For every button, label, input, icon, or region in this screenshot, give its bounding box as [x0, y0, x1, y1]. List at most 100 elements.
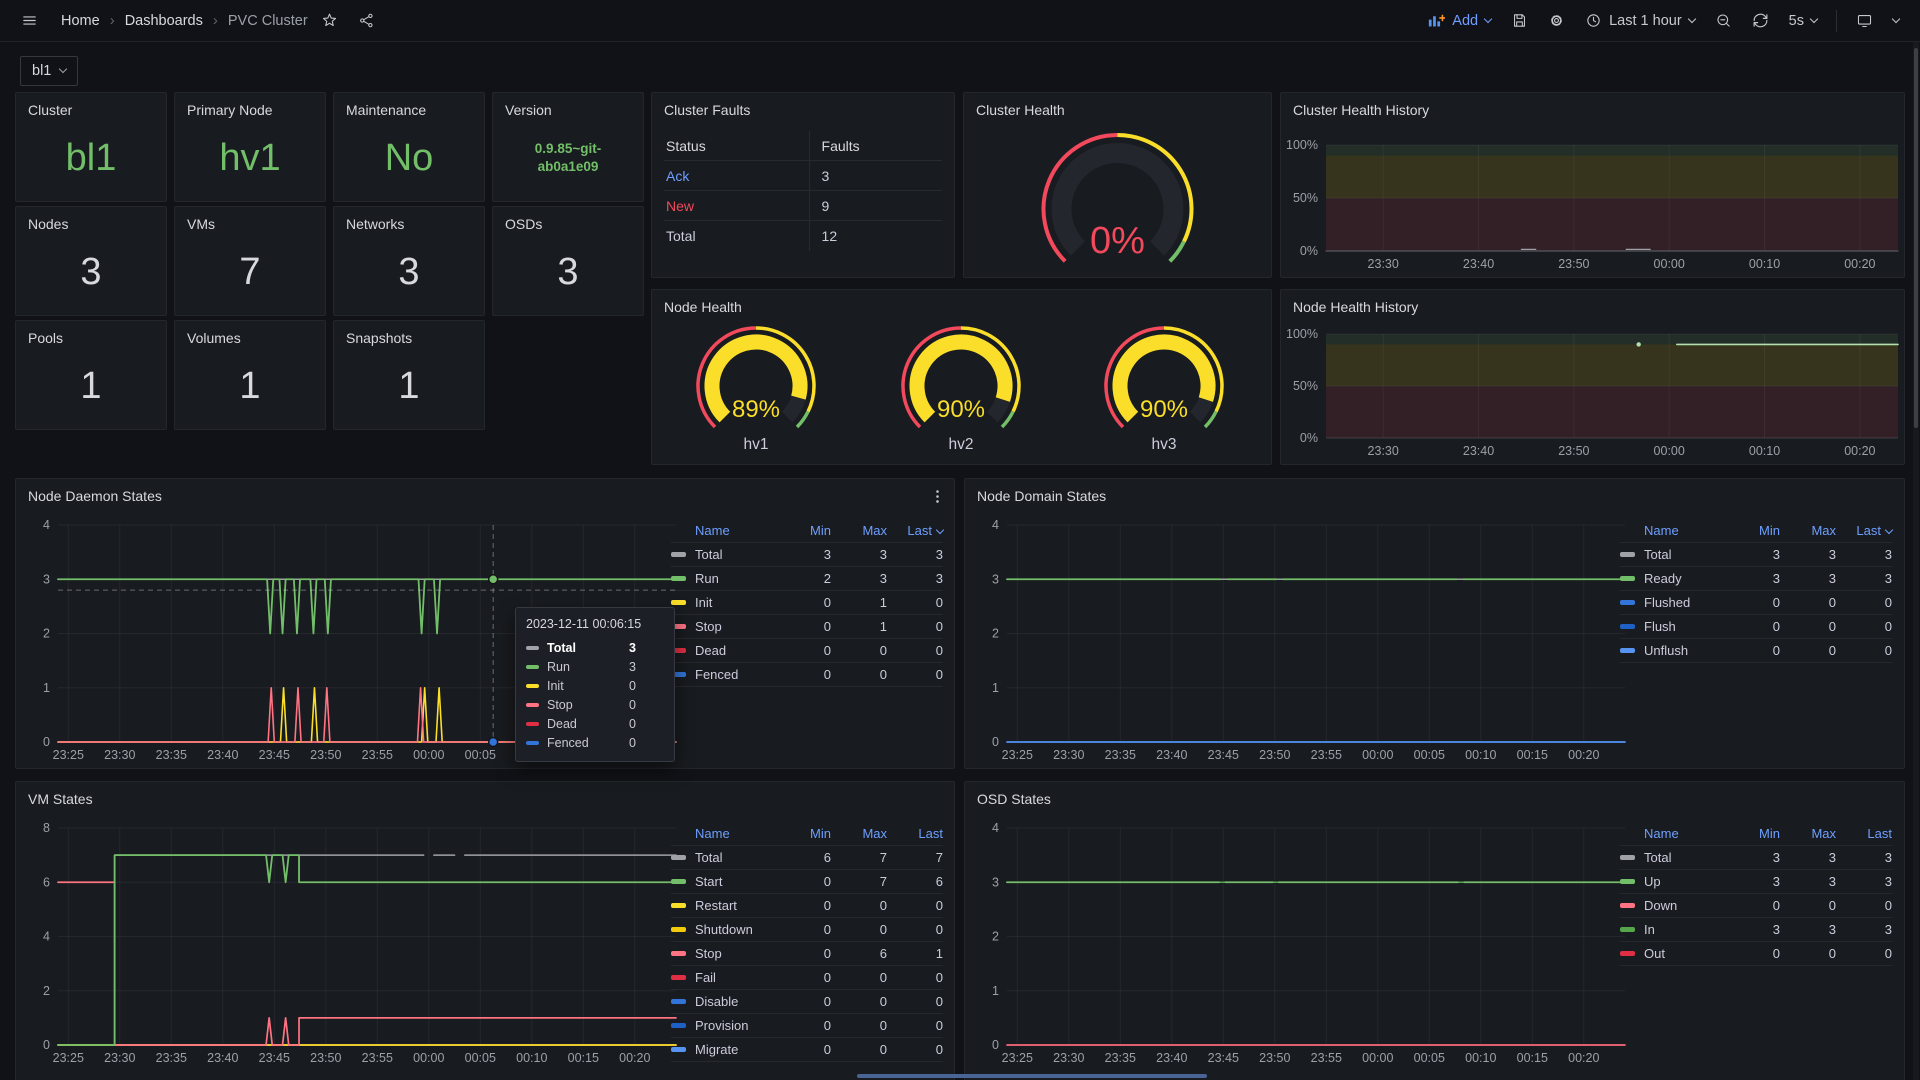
series-name[interactable]: Ready	[1644, 571, 1724, 586]
cluster-health-gauge: 0%	[964, 117, 1271, 277]
menu-button[interactable]	[14, 7, 45, 34]
series-name[interactable]: Stop	[695, 619, 775, 634]
series-last: 3	[887, 571, 943, 586]
series-color-marker	[526, 741, 539, 745]
legend-col-min[interactable]: Min	[1724, 826, 1780, 841]
panel-title[interactable]: Maintenance	[346, 101, 426, 119]
series-min: 0	[1724, 643, 1780, 658]
series-name[interactable]: Total	[695, 547, 775, 562]
series-name[interactable]: Down	[1644, 898, 1724, 913]
fault-count: 3	[809, 161, 942, 190]
legend-row: In333	[1620, 918, 1892, 942]
legend-col-last[interactable]: Last	[1836, 826, 1892, 841]
time-series-plot[interactable]: 0%50%100%23:3023:4023:5000:0000:1000:20	[1281, 93, 1904, 277]
legend-col-max[interactable]: Max	[1780, 523, 1836, 538]
panel-title[interactable]: Primary Node	[187, 101, 273, 119]
legend-row: Migrate000	[671, 1038, 943, 1062]
legend-col-name[interactable]: Name	[1620, 523, 1724, 538]
refresh-interval-picker[interactable]: 5s	[1782, 8, 1824, 34]
tooltip-series-value: 0	[629, 717, 636, 731]
series-name[interactable]: In	[1644, 922, 1724, 937]
panel-title[interactable]: Nodes	[28, 215, 68, 233]
legend-col-min[interactable]: Min	[775, 826, 831, 841]
svg-text:00:05: 00:05	[465, 1051, 496, 1065]
legend-col-last[interactable]: Last	[887, 523, 943, 538]
time-range-picker[interactable]: Last 1 hour	[1578, 7, 1702, 34]
tooltip-row: Total3	[526, 638, 664, 657]
share-icon	[358, 12, 375, 29]
legend-col-last[interactable]: Last	[1836, 523, 1892, 538]
series-color-marker	[671, 855, 686, 860]
series-last: 0	[1836, 898, 1892, 913]
svg-text:50%: 50%	[1293, 379, 1318, 393]
share-button[interactable]	[351, 7, 382, 34]
series-name[interactable]: Up	[1644, 874, 1724, 889]
series-name[interactable]: Unflush	[1644, 643, 1724, 658]
series-name[interactable]: Dead	[695, 643, 775, 658]
horizontal-scrollbar-thumb[interactable]	[857, 1074, 1207, 1078]
series-name[interactable]: Shutdown	[695, 922, 775, 937]
svg-text:50%: 50%	[1293, 191, 1318, 205]
series-name[interactable]: Total	[695, 850, 775, 865]
panel-title[interactable]: Networks	[346, 215, 404, 233]
legend-col-last[interactable]: Last	[887, 826, 943, 841]
legend-col-min[interactable]: Min	[775, 523, 831, 538]
svg-text:23:40: 23:40	[207, 748, 238, 762]
favorite-button[interactable]	[314, 7, 345, 34]
panel-title[interactable]: OSDs	[505, 215, 542, 233]
panel-title[interactable]: Cluster	[28, 101, 72, 119]
series-name[interactable]: Restart	[695, 898, 775, 913]
dashboard-settings-button[interactable]	[1541, 7, 1572, 34]
series-name[interactable]: Total	[1644, 850, 1724, 865]
panel-title[interactable]: Pools	[28, 329, 63, 347]
breadcrumb-home[interactable]: Home	[61, 13, 100, 29]
series-name[interactable]: Total	[1644, 547, 1724, 562]
nav-more-button[interactable]	[1886, 15, 1906, 27]
series-name[interactable]: Init	[695, 595, 775, 610]
series-name[interactable]: Provision	[695, 1018, 775, 1033]
series-name[interactable]: Fail	[695, 970, 775, 985]
series-name[interactable]: Fenced	[695, 667, 775, 682]
legend-col-name[interactable]: Name	[671, 523, 775, 538]
panel-nodes: Nodes 3	[15, 206, 167, 316]
fault-status: New	[664, 191, 809, 220]
panel-title[interactable]: Snapshots	[346, 329, 412, 347]
series-name[interactable]: Migrate	[695, 1042, 775, 1057]
series-name[interactable]: Start	[695, 874, 775, 889]
time-series-plot[interactable]: 0%50%100%23:3023:4023:5000:0000:1000:20	[1281, 290, 1904, 464]
series-last: 0	[887, 643, 943, 658]
series-min: 0	[775, 667, 831, 682]
vertical-scrollbar-thumb[interactable]	[1914, 48, 1918, 428]
series-name[interactable]: Disable	[695, 994, 775, 1009]
series-name[interactable]: Flushed	[1644, 595, 1724, 610]
breadcrumb-dashboards[interactable]: Dashboards	[125, 13, 203, 29]
legend-col-name[interactable]: Name	[1620, 826, 1724, 841]
series-name[interactable]: Out	[1644, 946, 1724, 961]
panel-title[interactable]: Volumes	[187, 329, 241, 347]
faults-col-status[interactable]: Status	[664, 131, 809, 160]
series-name[interactable]: Flush	[1644, 619, 1724, 634]
save-dashboard-button[interactable]	[1504, 7, 1535, 34]
series-name[interactable]: Stop	[695, 946, 775, 961]
variable-selector[interactable]: bl1	[20, 56, 78, 86]
tv-mode-button[interactable]	[1849, 7, 1880, 34]
legend-col-name[interactable]: Name	[671, 826, 775, 841]
series-max: 3	[1780, 850, 1836, 865]
legend-row: Shutdown000	[671, 918, 943, 942]
panel-title[interactable]: VMs	[187, 215, 215, 233]
legend-col-min[interactable]: Min	[1724, 523, 1780, 538]
tooltip-series-value: 0	[629, 698, 636, 712]
legend-col-max[interactable]: Max	[831, 826, 887, 841]
svg-text:23:30: 23:30	[1053, 1051, 1084, 1065]
panel-title[interactable]: Cluster Faults	[664, 101, 750, 119]
tooltip-row: Run3	[526, 657, 664, 676]
legend-col-max[interactable]: Max	[831, 523, 887, 538]
zoom-out-button[interactable]	[1708, 7, 1739, 34]
add-button[interactable]: Add	[1421, 7, 1498, 34]
legend-row: Total333	[671, 543, 943, 567]
legend-col-max[interactable]: Max	[1780, 826, 1836, 841]
refresh-button[interactable]	[1745, 7, 1776, 34]
series-name[interactable]: Run	[695, 571, 775, 586]
panel-title[interactable]: Version	[505, 101, 552, 119]
faults-col-faults[interactable]: Faults	[809, 131, 942, 160]
